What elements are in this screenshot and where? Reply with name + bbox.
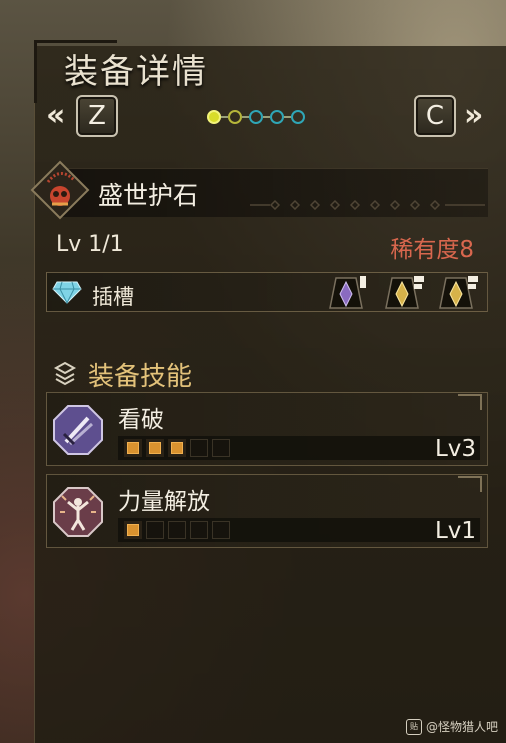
page-dot (249, 110, 263, 124)
level-pip (212, 521, 230, 539)
skill-level: Lv1 (434, 518, 476, 544)
blades-icon (53, 405, 103, 455)
page-title: 装备详情 (64, 52, 208, 92)
slots-label: 插槽 (92, 285, 134, 309)
prev-key-button[interactable]: Z (76, 95, 118, 137)
skill-level-pips (124, 439, 230, 457)
charm-icon (30, 160, 90, 220)
divider-ornament (250, 200, 485, 210)
tieba-badge-icon: 贴 (405, 718, 422, 735)
next-key-button[interactable]: C (414, 95, 456, 137)
skills-section-title: 装备技能 (88, 362, 193, 392)
page-indicator (207, 110, 305, 124)
level-pip (124, 439, 142, 457)
item-rarity: 稀有度8 (390, 237, 474, 263)
slot-level-2-icon[interactable] (436, 274, 480, 310)
level-pip (146, 521, 164, 539)
skill-level-pips (124, 521, 230, 539)
prev-arrow-icon[interactable]: « (46, 98, 65, 133)
level-pip (190, 521, 208, 539)
page-dot (207, 110, 221, 124)
page-dot (270, 110, 284, 124)
skill-level: Lv3 (434, 436, 476, 462)
skill-name: 力量解放 (118, 489, 210, 515)
level-pip (190, 439, 208, 457)
level-pip (146, 439, 164, 457)
item-level: Lv 1/1 (56, 232, 124, 257)
slot-level-2-icon[interactable] (382, 274, 426, 310)
item-name: 盛世护石 (98, 181, 199, 210)
watermark-text: @怪物猎人吧 (425, 720, 498, 734)
burst-figure-icon (53, 487, 103, 537)
skills-section-icon (53, 361, 77, 386)
level-pip (124, 521, 142, 539)
level-pip (212, 439, 230, 457)
skill-name: 看破 (118, 407, 164, 433)
next-arrow-icon[interactable]: » (464, 98, 483, 133)
level-pip (168, 521, 186, 539)
level-pip (168, 439, 186, 457)
watermark: 贴 @怪物猎人吧 (405, 718, 498, 735)
page-dot (291, 110, 305, 124)
slot-level-1-icon[interactable] (326, 274, 370, 310)
gem-icon (52, 281, 82, 304)
page-dot (228, 110, 242, 124)
